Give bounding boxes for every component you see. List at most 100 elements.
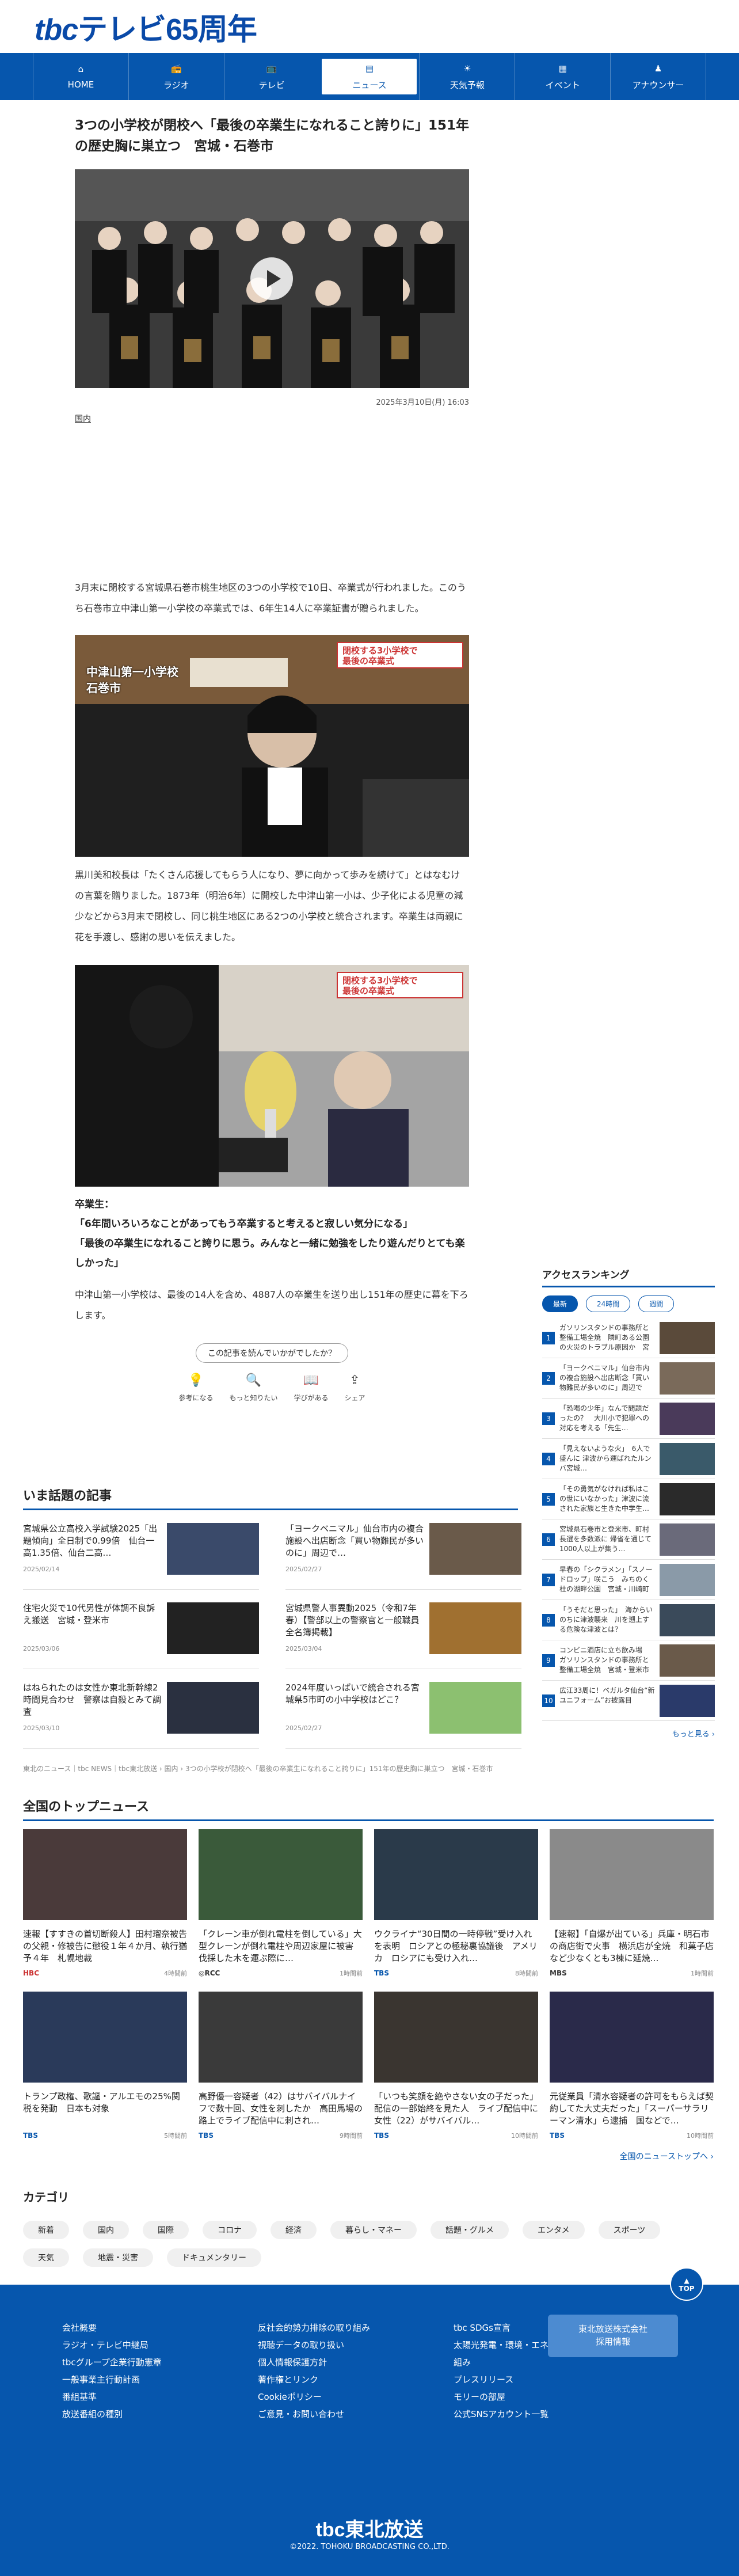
footer-link[interactable]: 個人情報保護方針: [258, 2354, 431, 2371]
category-chip[interactable]: ドキュメンタリー: [167, 2248, 261, 2267]
news-card[interactable]: 元従業員「清水容疑者の許可をもらえば契約してた大丈夫だった」「スーパーサラリーマ…: [550, 1992, 714, 2140]
trending-item[interactable]: 住宅火災で10代男性が体調不良訴え搬送 宮城・登米市 2025/03/06: [23, 1590, 259, 1669]
category-chip[interactable]: 天気: [23, 2248, 69, 2267]
category-chip[interactable]: 国際: [143, 2221, 189, 2239]
footer-link[interactable]: 番組基準: [62, 2388, 235, 2406]
play-icon[interactable]: [250, 257, 293, 300]
ranking-item[interactable]: 3 「恐喝の少年」なんで問題だったの？ 大川小で犯罪への対応を考える「先生…: [542, 1399, 715, 1439]
trending-text: 宮城県公立高校入学試験2025「出題傾向」全日制で0.99倍 仙台一高1.35倍…: [23, 1523, 158, 1558]
nav-item-label: イベント: [545, 79, 580, 90]
news-thumbnail[interactable]: [199, 1829, 363, 1920]
trending-item[interactable]: はねられたのは女性か東北新幹線2時間見合わせ 警察は自殺とみて調査 2025/03…: [23, 1669, 259, 1749]
news-meta: HBC 4時間前: [23, 1969, 187, 1978]
footer-link[interactable]: プレスリリース: [454, 2371, 626, 2388]
footer-link[interactable]: Cookieポリシー: [258, 2388, 431, 2406]
trending-thumbnail[interactable]: [167, 1523, 259, 1575]
ranking-thumbnail[interactable]: [660, 1442, 715, 1475]
news-thumbnail[interactable]: [23, 1829, 187, 1920]
category-chip[interactable]: スポーツ: [598, 2221, 661, 2239]
quote-label: 卒業生：: [75, 1199, 114, 1210]
nav-item-4[interactable]: ☀ 天気予報: [419, 53, 515, 100]
trending-item[interactable]: 宮城県公立高校入学試験2025「出題傾向」全日制で0.99倍 仙台一高1.35倍…: [23, 1510, 259, 1590]
footer-link[interactable]: ラジオ・テレビ中継局: [62, 2336, 235, 2354]
nav-item-0[interactable]: ⌂ HOME: [33, 53, 128, 100]
ranking-item[interactable]: 2 「ヨークベニマル」仙台市内の複合施設へ出店断念「買い物難民が多いのに」周辺では…: [542, 1358, 715, 1399]
feedback-button[interactable]: ⇪ シェア: [345, 1373, 365, 1403]
category-chip[interactable]: エンタメ: [523, 2221, 585, 2239]
news-card[interactable]: 「クレーン車が倒れ電柱を倒している」大型クレーンが倒れ電柱や周辺家屋に被害 伐採…: [199, 1829, 363, 1978]
feedback-button[interactable]: 🔍 もっと知りたい: [229, 1373, 277, 1403]
ranking-tab[interactable]: 最新: [542, 1295, 578, 1312]
category-chip[interactable]: コロナ: [203, 2221, 257, 2239]
news-card[interactable]: ウクライナ“30日間の一時停戦”受け入れを表明 ロシアとの極秘裏協議後 アメリカ…: [374, 1829, 538, 1978]
feedback-button[interactable]: 💡 参考になる: [178, 1373, 213, 1403]
trending-thumbnail[interactable]: [429, 1602, 521, 1654]
trending-thumbnail[interactable]: [429, 1682, 521, 1734]
news-time: 4時間前: [164, 1970, 187, 1977]
nav-item-2[interactable]: 📺 テレビ: [223, 53, 319, 100]
footer-link[interactable]: 放送番組の種別: [62, 2406, 235, 2423]
copyright: ©2022. TOHOKU BROADCASTING CO.,LTD.: [289, 2543, 450, 2551]
rank-number: 2: [542, 1371, 555, 1385]
trending-date: 2025/03/06: [23, 1645, 60, 1652]
footer-link[interactable]: 視聴データの取り扱い: [258, 2336, 431, 2354]
category-chip[interactable]: 地震・災害: [83, 2248, 153, 2267]
nav-item-1[interactable]: 📻 ラジオ: [128, 53, 224, 100]
news-card[interactable]: 「いつも笑顔を絶やさない女の子だった」配信の一部始終を見た人 ライブ配信中に女性…: [374, 1992, 538, 2140]
footer-link[interactable]: 一般事業主行動計画: [62, 2371, 235, 2388]
footer-link[interactable]: 公式SNSアカウント一覧: [454, 2406, 626, 2423]
news-thumbnail[interactable]: [550, 1829, 714, 1920]
ranking-thumbnail[interactable]: [660, 1402, 715, 1435]
footer-link[interactable]: モリーの部屋: [454, 2388, 626, 2406]
trending-item[interactable]: 「ヨークベニマル」仙台市内の複合施設へ出店断念「買い物難民が多いのに」周辺で… 2…: [285, 1510, 521, 1590]
footer-logo[interactable]: tbc東北放送: [0, 2514, 739, 2542]
category-chip[interactable]: 新着: [23, 2221, 69, 2239]
ranking-item-text: 「ヨークベニマル」仙台市内の複合施設へ出店断念「買い物難民が多いのに」周辺では…: [559, 1364, 650, 1392]
news-thumbnail[interactable]: [550, 1992, 714, 2083]
category-chip[interactable]: 国内: [83, 2221, 129, 2239]
trending-item[interactable]: 宮城県警人事異動2025（令和7年春）【警部以上の警察官と一般職員全名簿掲載】 2…: [285, 1590, 521, 1669]
news-time: 10時間前: [687, 2132, 714, 2140]
category-chip[interactable]: 経済: [271, 2221, 317, 2239]
ranking-thumbnail[interactable]: [660, 1321, 715, 1354]
back-to-top-button[interactable]: ▲ TOP: [670, 2267, 703, 2301]
ranking-thumbnail[interactable]: [660, 1362, 715, 1395]
nav-item-3[interactable]: ▤ ニュース: [321, 59, 417, 94]
news-thumbnail[interactable]: [23, 1992, 187, 2083]
recruit-button[interactable]: 東北放送株式会社 採用情報: [548, 2315, 678, 2357]
footer-link[interactable]: 著作権とリンク: [258, 2371, 431, 2388]
feedback-prompt: この記事を読んでいかがでしたか？: [195, 1343, 349, 1363]
news-meta: TBS 8時間前: [374, 1969, 538, 1978]
news-card[interactable]: 速報【すすきの首切断殺人】田村瑠奈被告の父親・修被告に懲役１年４か月、執行猶予４…: [23, 1829, 187, 1978]
ranking-tab[interactable]: 24時間: [586, 1295, 631, 1312]
trending-thumbnail[interactable]: [167, 1602, 259, 1654]
home-icon: ⌂: [78, 64, 84, 74]
category-chip[interactable]: 話題・グルメ: [431, 2221, 509, 2239]
all-top-news-link[interactable]: 全国のニューストップへ ›: [23, 2151, 714, 2162]
footer-link[interactable]: 反社会的勢力排除の取り組み: [258, 2319, 431, 2336]
news-thumbnail[interactable]: [374, 1829, 538, 1920]
trending-thumbnail[interactable]: [167, 1682, 259, 1734]
news-thumbnail[interactable]: [199, 1992, 363, 2083]
footer-link[interactable]: 会社概要: [62, 2319, 235, 2336]
news-card[interactable]: 高野優一容疑者（42）はサバイバルナイフで数十回、女性を刺したか 高田馬場の路上…: [199, 1992, 363, 2140]
nav-item-5[interactable]: ▦ イベント: [515, 53, 610, 100]
trending-thumbnail[interactable]: [429, 1523, 521, 1575]
ranking-item[interactable]: 1 ガソリンスタンドの事務所と整備工場全焼 隣町ある公園の火災のトラブル原因か 宮…: [542, 1318, 715, 1358]
site-logo[interactable]: tbcテレビ65周年: [35, 5, 257, 48]
feedback-button[interactable]: 📖 学びがある: [294, 1373, 329, 1403]
news-source: TBS: [550, 2132, 565, 2140]
news-card[interactable]: 【速報】「自爆が出ている」兵庫・明石市の商店街で火事 横浜店が全焼 和菓子店など…: [550, 1829, 714, 1978]
category-chip[interactable]: 暮らし・マネー: [330, 2221, 417, 2239]
ranking-tab[interactable]: 週間: [638, 1295, 675, 1312]
news-card[interactable]: トランプ政権、歌謳・アルエモの25%関税を発動 日本も対象 TBS 5時間前: [23, 1992, 187, 2140]
category-tag[interactable]: 国内: [75, 413, 469, 424]
ranking-item[interactable]: 4 「見えないような火」 6人で盛んに 津波から運ばれたルンバ宮城…: [542, 1439, 715, 1479]
trending-item[interactable]: 2024年度いっぱいで統合される宮城県5市町の小中学校はどこ？ 2025/02/2…: [285, 1669, 521, 1749]
nav-item-6[interactable]: ♟ アナウンサー: [610, 53, 707, 100]
news-icon: ▤: [365, 63, 374, 74]
footer-link[interactable]: tbcグループ企業行動憲章: [62, 2354, 235, 2371]
news-thumbnail[interactable]: [374, 1992, 538, 2083]
footer-link[interactable]: ご意見・お問い合わせ: [258, 2406, 431, 2423]
article-video[interactable]: [75, 169, 469, 388]
